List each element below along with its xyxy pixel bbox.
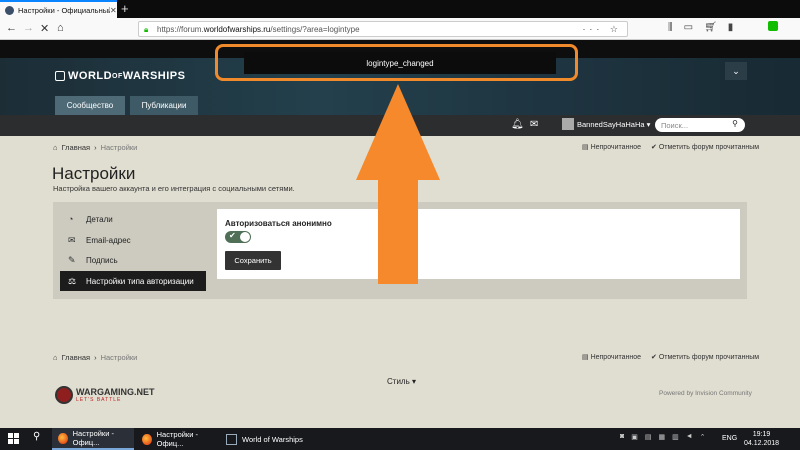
browser-navbar: ← → ✕ ⌂ 🔒︎ https://forum.worldofwarships… xyxy=(0,18,800,40)
breadcrumb-home[interactable]: Главная xyxy=(62,353,91,362)
check-icon: ✔ xyxy=(229,231,236,240)
browser-tab[interactable]: Настройки - Официальный ф ✕ xyxy=(0,0,117,18)
site-logo[interactable]: WORLD OF WARSHIPS xyxy=(55,70,185,82)
home-icon: ⌂ xyxy=(53,353,58,362)
game-icon xyxy=(226,433,237,445)
scales-icon: ⚖ xyxy=(68,275,77,286)
close-icon[interactable]: ✕ xyxy=(110,6,117,15)
sidebar-icon[interactable]: ▭ xyxy=(684,22,693,33)
tab-title: Настройки - Официальный ф xyxy=(18,5,110,15)
pencil-icon: ✎ xyxy=(68,254,76,265)
toast-message: logintype_changed xyxy=(244,52,556,74)
sidebar-item-login-type[interactable]: ⚖ Настройки типа авторизации xyxy=(60,271,206,291)
lock-icon: 🔒︎ xyxy=(144,25,149,34)
user-menu[interactable]: BannedSayHaHaHa ▾ xyxy=(562,118,650,130)
language-indicator[interactable]: ENG xyxy=(722,435,737,442)
page-title: Настройки xyxy=(52,164,136,183)
taskbar-item-firefox-2[interactable]: Настройки - Офиц... xyxy=(136,428,218,450)
stop-icon[interactable]: ✕ xyxy=(40,22,49,35)
new-tab-button[interactable]: + xyxy=(121,1,129,16)
tray-app-icon[interactable]: ▣ xyxy=(631,433,638,441)
url-bar[interactable]: 🔒︎ https://forum.worldofwarships.ru/sett… xyxy=(138,21,628,37)
site-favicon-icon xyxy=(5,5,14,15)
chevron-up-icon[interactable]: ⌃ xyxy=(700,433,706,441)
breadcrumb-separator: › xyxy=(94,143,97,152)
tab-publications[interactable]: Публикации xyxy=(130,96,198,115)
anonymous-login-toggle[interactable]: ✔ xyxy=(225,231,251,243)
forum-actions: ▤ Непрочитанное ✔ Отметить форум прочита… xyxy=(582,143,759,151)
tray-app-icon[interactable]: ▤ xyxy=(645,433,652,441)
firefox-icon xyxy=(142,433,152,445)
volume-icon[interactable]: ◄ xyxy=(686,433,693,441)
chevron-down-icon[interactable]: ⌄ xyxy=(725,62,747,80)
extension-icon[interactable]: ▮ xyxy=(728,22,734,33)
bell-icon[interactable]: 🔔︎ xyxy=(511,119,524,130)
breadcrumb-bottom: ⌂ Главная › Настройки xyxy=(53,353,137,362)
style-selector[interactable]: Стиль ▾ xyxy=(387,377,416,386)
powered-by[interactable]: Powered by Invision Community xyxy=(659,390,752,397)
page-subtitle: Настройка вашего аккаунта и его интеграц… xyxy=(53,184,295,193)
tray-app-icon[interactable]: ◙ xyxy=(620,433,624,441)
toggle-knob xyxy=(240,232,250,242)
windows-start-icon[interactable] xyxy=(8,433,19,444)
sidebar-item-email[interactable]: ✉ Email-адрес xyxy=(60,230,206,250)
unread-link[interactable]: ▤ Непрочитанное xyxy=(582,143,641,151)
logo-emblem-icon xyxy=(55,71,65,81)
firefox-icon xyxy=(58,432,68,444)
wargaming-emblem-icon xyxy=(55,386,73,404)
toolbar-icons: ⫼ ▭ 🛒︎ ▮ xyxy=(668,22,733,33)
cart-icon[interactable]: 🛒︎ xyxy=(704,22,717,33)
clock[interactable]: 19:19 04.12.2018 xyxy=(744,430,779,448)
library-icon[interactable]: ⫼ xyxy=(668,22,673,33)
sidebar-item-details[interactable]: ◔ Детали xyxy=(60,209,206,229)
arrow-up-icon xyxy=(356,84,440,284)
sidebar-item-signature[interactable]: ✎ Подпись xyxy=(60,250,206,270)
back-icon[interactable]: ← xyxy=(6,22,17,34)
envelope-icon: ✉ xyxy=(68,234,76,245)
system-tray: ◙ ▣ ▤ ▦ ▥ ◄ ⌃ xyxy=(620,433,706,441)
home-icon[interactable]: ⌂ xyxy=(57,22,64,34)
tray-app-icon[interactable]: ▦ xyxy=(658,433,665,441)
breadcrumb-current: Настройки xyxy=(100,353,138,362)
shield-extension-icon[interactable] xyxy=(768,21,778,31)
avatar xyxy=(562,118,574,130)
search-icon[interactable]: ⚲ xyxy=(33,431,40,442)
breadcrumb-current: Настройки xyxy=(100,143,138,152)
search-icon[interactable]: ⚲ xyxy=(732,119,738,128)
caret-down-icon: ▾ xyxy=(644,119,651,129)
username: BannedSayHaHaHa xyxy=(577,119,645,129)
taskbar-item-wows[interactable]: World of Warships xyxy=(220,428,306,450)
page-actions-icon[interactable]: ··· ☆ xyxy=(582,24,622,35)
mark-read-link[interactable]: ✔ Отметить форум прочитанным xyxy=(651,143,759,151)
tab-community[interactable]: Сообщество xyxy=(55,96,125,115)
home-icon: ⌂ xyxy=(53,143,58,152)
wargaming-logo[interactable]: WARGAMING.NET LET'S BATTLE xyxy=(55,386,155,404)
anonymous-login-label: Авторизоваться анонимно xyxy=(225,219,332,228)
envelope-icon[interactable]: ✉ xyxy=(530,119,538,130)
forward-icon[interactable]: → xyxy=(23,22,34,34)
taskbar-item-firefox-1[interactable]: Настройки - Офиц... xyxy=(52,428,134,450)
breadcrumb: ⌂ Главная › Настройки xyxy=(53,143,137,152)
network-icon[interactable]: ▥ xyxy=(672,433,679,441)
search-input[interactable]: Поиск... ⚲ xyxy=(655,118,745,132)
dashboard-icon: ◔ xyxy=(68,214,74,224)
browser-tab-strip: Настройки - Официальный ф ✕ + xyxy=(0,0,800,18)
forum-actions-bottom: ▤ Непрочитанное ✔ Отметить форум прочита… xyxy=(582,353,759,361)
breadcrumb-home[interactable]: Главная xyxy=(62,143,91,152)
url-text: https://forum.worldofwarships.ru/setting… xyxy=(157,24,360,34)
breadcrumb-separator: › xyxy=(94,353,97,362)
unread-link[interactable]: ▤ Непрочитанное xyxy=(582,353,641,361)
mark-read-link[interactable]: ✔ Отметить форум прочитанным xyxy=(651,353,759,361)
save-button[interactable]: Сохранить xyxy=(225,251,281,270)
